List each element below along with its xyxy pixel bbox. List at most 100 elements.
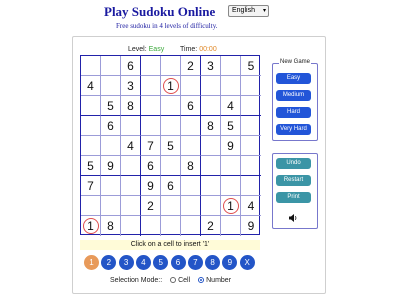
sudoku-cell[interactable] (201, 156, 221, 176)
number-button-3[interactable]: 3 (118, 255, 134, 270)
number-button-8[interactable]: 8 (205, 255, 221, 270)
sudoku-cell[interactable] (201, 96, 221, 116)
sudoku-cell[interactable] (181, 216, 201, 236)
sudoku-cell[interactable] (81, 56, 101, 76)
sudoku-cell[interactable] (241, 136, 261, 156)
sudoku-cell[interactable] (221, 56, 241, 76)
hard-button[interactable]: Hard (276, 107, 311, 118)
sudoku-cell[interactable] (221, 156, 241, 176)
sudoku-cell[interactable] (141, 116, 161, 136)
sudoku-cell[interactable]: 1 (221, 196, 241, 216)
sudoku-cell[interactable] (141, 56, 161, 76)
sudoku-cell[interactable] (161, 56, 181, 76)
sudoku-cell[interactable]: 3 (201, 56, 221, 76)
sudoku-cell[interactable]: 8 (181, 156, 201, 176)
easy-button[interactable]: Easy (276, 73, 311, 84)
sudoku-cell[interactable]: 4 (81, 76, 101, 96)
sudoku-cell[interactable] (141, 76, 161, 96)
speaker-icon[interactable] (288, 210, 298, 222)
sudoku-cell[interactable]: 5 (221, 116, 241, 136)
sudoku-cell[interactable] (81, 116, 101, 136)
restart-button[interactable]: Restart (276, 175, 311, 186)
sudoku-cell[interactable] (121, 176, 141, 196)
number-button-7[interactable]: 7 (187, 255, 203, 270)
page-title: Play Sudoku Online (104, 4, 216, 19)
sudoku-cell[interactable] (101, 136, 121, 156)
sudoku-cell[interactable] (221, 176, 241, 196)
sudoku-cell[interactable]: 6 (101, 116, 121, 136)
sudoku-cell[interactable]: 1 (81, 216, 101, 236)
sudoku-cell[interactable]: 8 (201, 116, 221, 136)
sudoku-cell[interactable]: 7 (81, 176, 101, 196)
sudoku-cell[interactable]: 3 (121, 76, 141, 96)
sudoku-cell[interactable] (241, 96, 261, 116)
sudoku-cell[interactable] (241, 156, 261, 176)
sudoku-cell[interactable] (141, 96, 161, 116)
language-select[interactable]: English ▾ (228, 5, 269, 17)
sudoku-cell[interactable] (241, 176, 261, 196)
sudoku-cell[interactable] (181, 196, 201, 216)
sudoku-cell[interactable] (101, 76, 121, 96)
sudoku-cell[interactable] (161, 216, 181, 236)
sudoku-cell[interactable]: 4 (221, 96, 241, 116)
sudoku-cell[interactable] (221, 76, 241, 96)
number-button-1[interactable]: 1 (84, 255, 99, 270)
sudoku-cell[interactable]: 9 (141, 176, 161, 196)
sudoku-cell[interactable]: 6 (161, 176, 181, 196)
sudoku-cell[interactable] (161, 96, 181, 116)
sudoku-cell[interactable] (201, 136, 221, 156)
sudoku-cell[interactable] (181, 176, 201, 196)
radio-cell[interactable] (170, 277, 177, 284)
sudoku-cell[interactable] (181, 136, 201, 156)
sudoku-cell[interactable]: 1 (161, 76, 181, 96)
sudoku-cell[interactable] (241, 116, 261, 136)
sudoku-cell[interactable]: 5 (161, 136, 181, 156)
clear-number-button[interactable]: X (239, 255, 255, 270)
sudoku-cell[interactable]: 4 (241, 196, 261, 216)
sudoku-cell[interactable] (181, 116, 201, 136)
sudoku-cell[interactable]: 6 (141, 156, 161, 176)
sudoku-cell[interactable]: 2 (201, 216, 221, 236)
sudoku-cell[interactable] (101, 196, 121, 216)
sudoku-cell[interactable]: 8 (101, 216, 121, 236)
sudoku-cell[interactable] (81, 136, 101, 156)
number-button-6[interactable]: 6 (170, 255, 186, 270)
sudoku-cell[interactable] (201, 196, 221, 216)
print-button[interactable]: Print (276, 192, 311, 203)
sudoku-cell[interactable]: 9 (221, 136, 241, 156)
sudoku-cell[interactable]: 5 (81, 156, 101, 176)
sudoku-cell[interactable] (241, 76, 261, 96)
sudoku-cell[interactable] (201, 176, 221, 196)
number-button-4[interactable]: 4 (135, 255, 151, 270)
sudoku-cell[interactable]: 9 (101, 156, 121, 176)
sudoku-cell[interactable] (201, 76, 221, 96)
sudoku-cell[interactable]: 2 (181, 56, 201, 76)
sudoku-cell[interactable]: 2 (141, 196, 161, 216)
sudoku-cell[interactable] (221, 216, 241, 236)
very-hard-button[interactable]: Very Hard (276, 124, 311, 135)
sudoku-cell[interactable] (121, 196, 141, 216)
sudoku-cell[interactable]: 6 (181, 96, 201, 116)
sudoku-cell[interactable]: 4 (121, 136, 141, 156)
sudoku-cell[interactable] (161, 156, 181, 176)
radio-number[interactable] (198, 277, 205, 284)
sudoku-cell[interactable] (101, 176, 121, 196)
sudoku-cell[interactable] (121, 116, 141, 136)
sudoku-cell[interactable] (181, 76, 201, 96)
sudoku-cell[interactable] (101, 56, 121, 76)
sudoku-cell[interactable] (121, 216, 141, 236)
sudoku-cell[interactable]: 7 (141, 136, 161, 156)
undo-button[interactable]: Undo (276, 158, 311, 169)
sudoku-cell[interactable] (141, 216, 161, 236)
sudoku-cell[interactable] (161, 196, 181, 216)
sudoku-cell[interactable]: 8 (121, 96, 141, 116)
sudoku-cell[interactable]: 5 (101, 96, 121, 116)
sudoku-cell[interactable] (121, 156, 141, 176)
sudoku-cell[interactable] (81, 196, 101, 216)
sudoku-cell[interactable] (161, 116, 181, 136)
sudoku-cell[interactable]: 9 (241, 216, 261, 236)
sudoku-cell[interactable] (81, 96, 101, 116)
sudoku-cell[interactable]: 6 (121, 56, 141, 76)
sudoku-cell[interactable]: 5 (241, 56, 261, 76)
medium-button[interactable]: Medium (276, 90, 311, 101)
